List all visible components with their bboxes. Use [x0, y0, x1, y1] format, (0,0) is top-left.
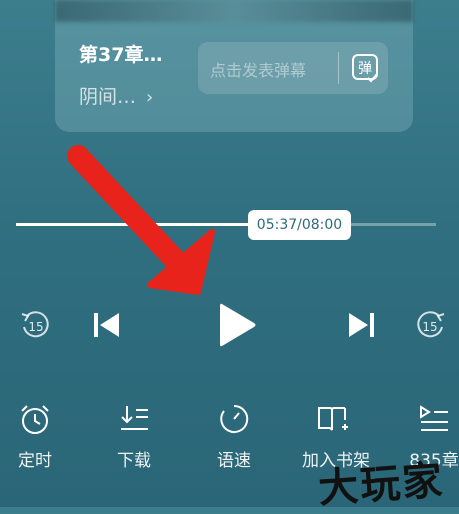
forward-seconds: 15 [422, 320, 437, 334]
alarm-clock-icon [21, 405, 49, 434]
danmaku-toggle-icon[interactable]: 弹 [350, 52, 380, 84]
download-label: 下载 [117, 451, 151, 471]
play-button[interactable] [214, 300, 260, 350]
progress-time-thumb[interactable]: 05:37/08:00 [248, 210, 351, 240]
download-button[interactable]: 下载 [104, 402, 164, 471]
forward-15-button[interactable]: 15 [414, 308, 448, 342]
danmaku-icon-label: 弹 [358, 61, 372, 77]
watermark-text: 大玩家 [316, 456, 446, 513]
chapter-card: 第37章… 阴间… › 点击发表弹幕 弹 [55, 0, 413, 132]
chapter-subtitle[interactable]: 阴间… › [79, 82, 153, 109]
cover-blur [55, 0, 413, 22]
speed-button[interactable]: 语速 [204, 402, 264, 471]
speed-label: 语速 [217, 451, 251, 471]
chevron-right-icon: › [146, 87, 154, 108]
danmaku-placeholder: 点击发表弹幕 [210, 61, 307, 80]
next-chapter-button[interactable] [346, 310, 376, 340]
rewind-15-button[interactable]: 15 [18, 308, 52, 342]
rewind-seconds: 15 [28, 320, 43, 334]
download-icon [121, 406, 148, 430]
danmaku-divider [338, 52, 339, 84]
progress-bar[interactable] [16, 223, 436, 226]
chapter-subtitle-text: 阴间… [79, 86, 137, 108]
timer-button[interactable]: 定时 [5, 402, 65, 471]
previous-chapter-button[interactable] [92, 310, 122, 340]
danmaku-input[interactable]: 点击发表弹幕 弹 [198, 42, 388, 94]
timer-label: 定时 [18, 451, 52, 471]
chapter-title[interactable]: 第37章… [79, 40, 162, 67]
book-add-icon [318, 407, 348, 431]
playlist-icon [420, 405, 448, 431]
speedometer-icon [220, 404, 249, 433]
